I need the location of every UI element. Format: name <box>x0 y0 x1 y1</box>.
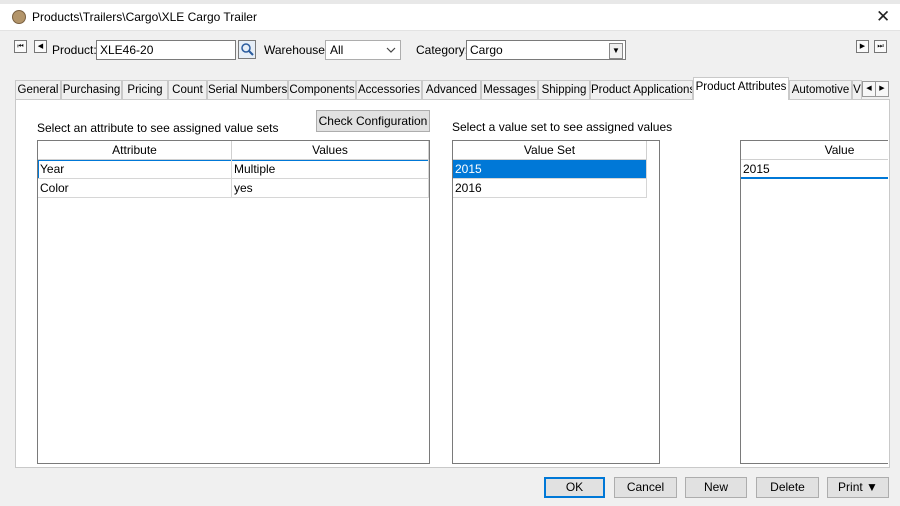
button-bar: OK Cancel New Delete Print ▼ <box>0 474 900 506</box>
product-label: Product: <box>52 43 97 57</box>
list-item[interactable]: 2016 <box>453 179 647 198</box>
list-item[interactable]: 2015 <box>453 160 647 179</box>
table-row[interactable]: Year Multiple <box>38 160 429 179</box>
warehouse-label: Warehouse: <box>264 43 329 57</box>
delete-button[interactable]: Delete <box>756 477 819 498</box>
window-title: Products\Trailers\Cargo\XLE Cargo Traile… <box>32 10 257 24</box>
tab-truncated[interactable]: V <box>852 80 862 99</box>
value-set-column-header[interactable]: Value Set <box>453 141 647 160</box>
tab-product-attributes[interactable]: Product Attributes <box>693 77 789 100</box>
category-value: Cargo <box>470 43 503 57</box>
tab-scroll-left-icon[interactable]: ◀ <box>862 81 876 97</box>
value-set-hint: Select a value set to see assigned value… <box>452 120 673 134</box>
tab-pricing[interactable]: Pricing <box>122 80 168 99</box>
nav-first-button[interactable]: ⏮ <box>14 40 27 53</box>
category-select[interactable]: Cargo ▼ <box>466 40 626 60</box>
warehouse-value: All <box>330 43 344 57</box>
tab-advanced[interactable]: Advanced <box>422 80 481 99</box>
category-label: Category: <box>416 43 469 57</box>
values-cell: Multiple <box>232 160 429 179</box>
tab-messages[interactable]: Messages <box>481 80 538 99</box>
tab-shipping[interactable]: Shipping <box>538 80 590 99</box>
product-icon <box>12 10 26 24</box>
list-item[interactable]: 2015 <box>741 160 888 179</box>
tab-components[interactable]: Components <box>288 80 356 99</box>
attribute-cell: Year <box>38 160 232 179</box>
tab-strip: General Purchasing Pricing Count Serial … <box>15 77 891 100</box>
attribute-column-header[interactable]: Attribute <box>38 141 232 160</box>
print-button[interactable]: Print ▼ <box>827 477 889 498</box>
magnifier-icon <box>241 43 254 56</box>
value-column-header[interactable]: Value <box>741 141 888 160</box>
tab-general[interactable]: General <box>15 80 61 99</box>
values-cell: yes <box>232 179 429 198</box>
tab-count[interactable]: Count <box>168 80 207 99</box>
product-field[interactable]: XLE46-20 <box>96 40 236 60</box>
warehouse-select[interactable]: All <box>325 40 401 60</box>
title-bar: Products\Trailers\Cargo\XLE Cargo Traile… <box>0 4 900 31</box>
tab-accessories[interactable]: Accessories <box>356 80 422 99</box>
nav-next-button[interactable]: ▶ <box>856 40 869 53</box>
ok-button[interactable]: OK <box>544 477 605 498</box>
attribute-hint: Select an attribute to see assigned valu… <box>37 121 279 135</box>
value-set-grid: Value Set 2015 2016 <box>452 140 660 464</box>
cancel-button[interactable]: Cancel <box>614 477 677 498</box>
check-configuration-button[interactable]: Check Configuration <box>316 110 430 132</box>
tab-product-applications[interactable]: Product Applications <box>590 80 693 99</box>
tab-serial-numbers[interactable]: Serial Numbers <box>207 80 288 99</box>
product-search-button[interactable] <box>238 40 256 59</box>
tab-purchasing[interactable]: Purchasing <box>61 80 122 99</box>
attribute-cell: Color <box>38 179 232 198</box>
values-grid: Value 2015 <box>740 140 888 464</box>
tab-automotive[interactable]: Automotive <box>789 80 852 99</box>
new-button[interactable]: New <box>685 477 747 498</box>
tab-scroll-right-icon[interactable]: ▶ <box>875 81 889 97</box>
attributes-grid: Attribute Values Year Multiple Color yes <box>37 140 430 464</box>
table-row[interactable]: Color yes <box>38 179 429 198</box>
values-column-header[interactable]: Values <box>232 141 429 160</box>
chevron-down-icon <box>386 47 396 53</box>
nav-prev-button[interactable]: ◀ <box>34 40 47 53</box>
nav-last-button[interactable]: ⏭ <box>874 40 887 53</box>
dropdown-arrow-icon: ▼ <box>609 43 623 59</box>
close-icon[interactable]: ✕ <box>876 7 890 27</box>
